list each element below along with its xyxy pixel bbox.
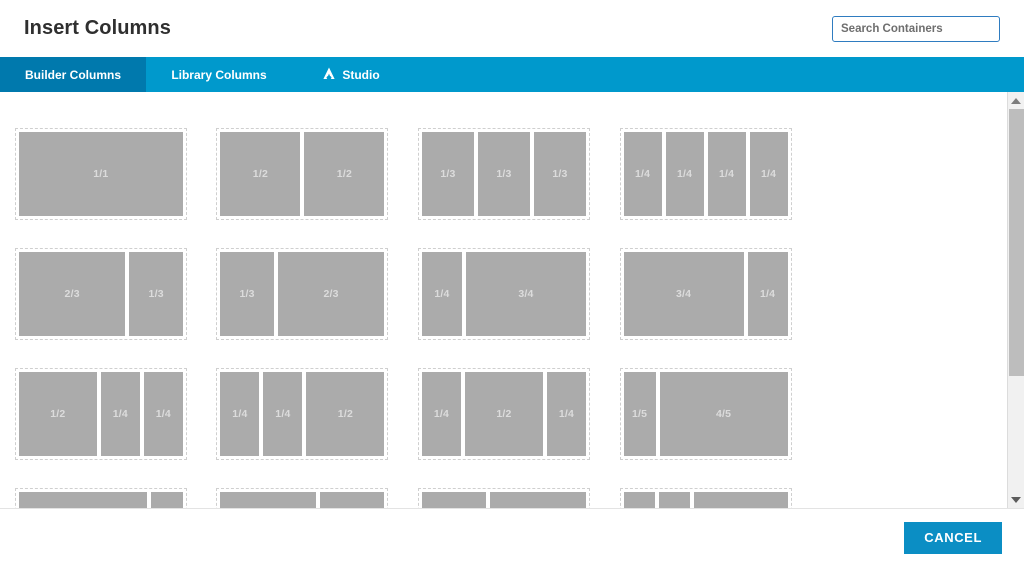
layout-cell: 2/53/5 xyxy=(403,474,605,508)
layout-cell: 1/3 2/3 xyxy=(202,234,404,354)
layout-column: 1/3 xyxy=(421,132,474,216)
layout-column: 3/4 xyxy=(465,252,586,336)
layout-column: 3/5 xyxy=(220,492,317,508)
layout-column: 1/3 xyxy=(129,252,183,336)
layout-column: 2/5 xyxy=(421,492,486,508)
layout-column: 2/3 xyxy=(18,252,126,336)
layout-column: 4/5 xyxy=(659,372,788,456)
layout-option[interactable]: 1/3 2/3 xyxy=(216,248,389,340)
layout-column xyxy=(693,492,788,508)
layout-column: 1/3 xyxy=(477,132,530,216)
layout-column: 3/5 xyxy=(489,492,586,508)
dialog-header: Insert Columns xyxy=(0,0,1024,57)
layout-cell: 1/2 1/2 xyxy=(202,114,404,234)
studio-logo-icon xyxy=(322,67,336,83)
layout-column xyxy=(623,492,655,508)
layout-cell: 1/4 3/4 xyxy=(403,234,605,354)
scroll-down-button[interactable] xyxy=(1008,491,1024,508)
layout-option[interactable]: 1/2 1/2 xyxy=(216,128,389,220)
layout-column: 1/4 xyxy=(749,132,788,216)
vertical-scrollbar[interactable] xyxy=(1007,92,1024,508)
layout-column: 1/4 xyxy=(546,372,586,456)
layout-column: 1/4 xyxy=(100,372,140,456)
layout-column: 1/1 xyxy=(18,132,183,216)
layout-column: 1/4 xyxy=(421,252,462,336)
tab-library-columns-label: Library Columns xyxy=(171,67,267,82)
layout-column: 1/2 xyxy=(306,372,385,456)
layout-cell: 1/2 1/4 1/4 xyxy=(0,354,202,474)
layout-cell: 3/52/5 xyxy=(202,474,404,508)
layout-cell: 1/4 1/4 1/2 xyxy=(202,354,404,474)
cancel-button[interactable]: CANCEL xyxy=(904,521,1002,554)
chevron-down-icon xyxy=(1011,496,1021,503)
scrollbar-thumb[interactable] xyxy=(1008,109,1024,377)
layout-browser: 1/1 1/2 1/2 1/3 1/3 1/3 1/4 1/4 1/4 1/4 2/3 1/3 1/3 2… xyxy=(0,92,1024,508)
layout-option[interactable]: 3/52/5 xyxy=(216,488,389,508)
layout-option[interactable]: 3/4 1/4 xyxy=(619,248,792,340)
layout-column: 1/2 xyxy=(464,372,543,456)
layout-grid: 1/1 1/2 1/2 1/3 1/3 1/3 1/4 1/4 1/4 1/4 2/3 1/3 1/3 2… xyxy=(0,114,1000,508)
search-input[interactable] xyxy=(832,15,1000,42)
layout-column: 1/4 xyxy=(220,372,260,456)
scroll-up-button[interactable] xyxy=(1008,92,1024,109)
layout-cell: 1/4 1/2 1/4 xyxy=(403,354,605,474)
layout-cell: 1/3 1/3 1/3 xyxy=(403,114,605,234)
tab-builder-columns[interactable]: Builder Columns xyxy=(0,57,146,101)
layout-cell: 1/5 4/5 xyxy=(605,354,807,474)
tab-studio-label: Studio xyxy=(342,67,380,82)
dialog-footer: CANCEL xyxy=(0,508,1024,566)
layout-cell xyxy=(605,474,807,508)
layout-column: 2/5 xyxy=(320,492,385,508)
layout-column: 1/4 xyxy=(665,132,704,216)
layout-column: 1/4 xyxy=(747,252,788,336)
layout-cell: 2/3 1/3 xyxy=(0,234,202,354)
layout-column: 1/5 xyxy=(623,372,656,456)
layout-column: 1/2 xyxy=(220,132,301,216)
layout-option[interactable]: 1/2 1/4 1/4 xyxy=(14,368,187,460)
layout-option[interactable] xyxy=(619,488,792,508)
layout-column: 1/2 xyxy=(18,372,97,456)
tab-library-columns[interactable]: Library Columns xyxy=(146,57,292,92)
insert-columns-dialog: Insert Columns Builder Columns Library C… xyxy=(0,0,1024,566)
layout-grid-viewport: 1/1 1/2 1/2 1/3 1/3 1/3 1/4 1/4 1/4 1/4 2/3 1/3 1/3 2… xyxy=(0,92,1000,508)
layout-option[interactable]: 1/1 xyxy=(14,128,187,220)
layout-option[interactable]: 4/51/5 xyxy=(14,488,187,508)
layout-option[interactable]: 1/4 1/4 1/4 1/4 xyxy=(619,128,792,220)
page-title: Insert Columns xyxy=(24,17,171,39)
layout-column: 1/4 xyxy=(421,372,461,456)
tab-builder-columns-label: Builder Columns xyxy=(24,67,121,82)
chevron-up-icon xyxy=(1011,97,1021,104)
layout-column: 3/4 xyxy=(623,252,744,336)
layout-cell: 1/4 1/4 1/4 1/4 xyxy=(605,114,807,234)
layout-column: 1/4 xyxy=(623,132,662,216)
layout-column: 1/5 xyxy=(150,492,183,508)
tab-studio[interactable]: Studio xyxy=(292,57,410,92)
layout-column: 1/3 xyxy=(220,252,274,336)
layout-option[interactable]: 1/3 1/3 1/3 xyxy=(417,128,590,220)
layout-column: 2/3 xyxy=(277,252,385,336)
layout-column: 1/4 xyxy=(143,372,183,456)
layout-cell: 4/51/5 xyxy=(0,474,202,508)
scrollbar-track[interactable] xyxy=(1008,109,1024,491)
layout-option[interactable]: 1/4 1/2 1/4 xyxy=(417,368,590,460)
tab-bar: Builder Columns Library Columns Studio xyxy=(0,57,1024,101)
layout-column: 1/2 xyxy=(304,132,385,216)
layout-cell: 3/4 1/4 xyxy=(605,234,807,354)
layout-option[interactable]: 1/4 1/4 1/2 xyxy=(216,368,389,460)
layout-cell: 1/1 xyxy=(0,114,202,234)
layout-column: 4/5 xyxy=(18,492,147,508)
layout-column: 1/4 xyxy=(263,372,303,456)
layout-option[interactable]: 1/5 4/5 xyxy=(619,368,792,460)
layout-column: 1/4 xyxy=(707,132,746,216)
layout-column xyxy=(658,492,690,508)
layout-column: 1/3 xyxy=(533,132,586,216)
layout-option[interactable]: 2/3 1/3 xyxy=(14,248,187,340)
layout-option[interactable]: 1/4 3/4 xyxy=(417,248,590,340)
layout-option[interactable]: 2/53/5 xyxy=(417,488,590,508)
